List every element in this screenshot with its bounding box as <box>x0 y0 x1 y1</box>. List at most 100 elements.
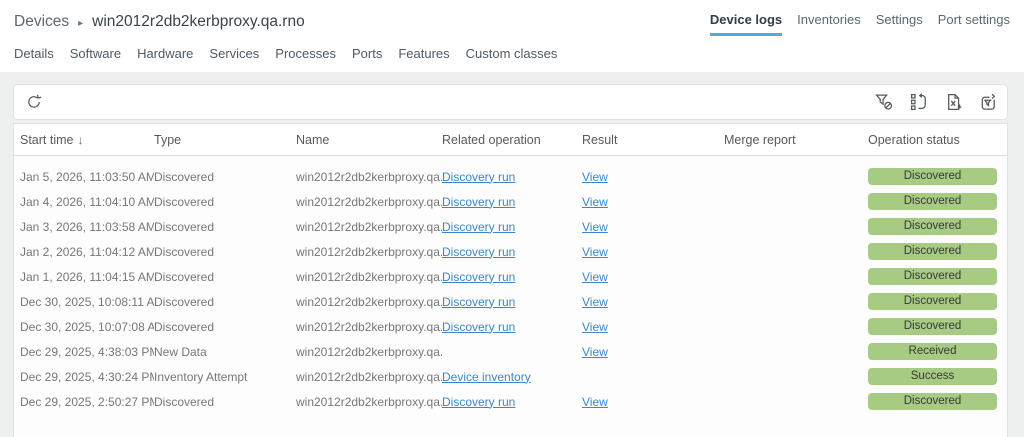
related-operation-link[interactable]: Discovery run <box>442 320 515 334</box>
cell-related-operation: Discovery run <box>442 195 582 209</box>
sort-desc-icon: ↓ <box>77 132 84 147</box>
column-header-label: Merge report <box>724 132 796 147</box>
cell-name: win2012r2db2kerbproxy.qa.r... <box>296 344 442 359</box>
cell-name: win2012r2db2kerbproxy.qa.r... <box>296 394 442 409</box>
device-logs-grid: Start time ↓ Type Name Related operation Resu… <box>13 123 1008 437</box>
related-operation-link[interactable]: Discovery run <box>442 395 515 409</box>
column-header-merge-report[interactable]: Merge report <box>724 133 868 147</box>
view-result-link[interactable]: View <box>582 220 608 234</box>
related-operation-link[interactable]: Discovery run <box>442 220 515 234</box>
cell-result: View <box>582 395 724 409</box>
view-result-link[interactable]: View <box>582 245 608 259</box>
tab-settings[interactable]: Settings <box>876 12 923 36</box>
cell-name: win2012r2db2kerbproxy.qa.r... <box>296 194 442 209</box>
cell-result: View <box>582 320 724 334</box>
toolbar-right-icons <box>875 93 998 111</box>
cell-operation-status: Discovered <box>868 243 1007 260</box>
clear-filter-icon[interactable] <box>875 93 893 111</box>
cell-start-time: Jan 3, 2026, 11:03:58 AM <box>20 219 154 234</box>
column-header-related-operation[interactable]: Related operation <box>442 133 582 147</box>
related-operation-link[interactable]: Discovery run <box>442 270 515 284</box>
operation-status-badge: Discovered <box>868 393 997 410</box>
tab-device-logs[interactable]: Device logs <box>709 12 783 36</box>
view-result-link[interactable]: View <box>582 170 608 184</box>
related-operation-link[interactable]: Discovery run <box>442 170 515 184</box>
column-header-label: Name <box>296 132 330 147</box>
subtab-hardware[interactable]: Hardware <box>137 46 193 61</box>
column-header-label: Type <box>154 132 182 147</box>
subtab-custom-classes[interactable]: Custom classes <box>466 46 558 61</box>
view-result-link[interactable]: View <box>582 345 608 359</box>
operation-status-badge: Discovered <box>868 293 997 310</box>
column-header-start-time[interactable]: Start time ↓ <box>14 133 154 147</box>
cell-related-operation: Discovery run <box>442 270 582 284</box>
cell-operation-status: Discovered <box>868 218 1007 235</box>
refresh-icon[interactable] <box>25 93 43 111</box>
filter-builder-icon[interactable] <box>980 93 998 111</box>
cell-result: View <box>582 270 724 284</box>
related-operation-link[interactable]: Device inventory <box>442 370 531 384</box>
tab-port-settings[interactable]: Port settings <box>938 12 1010 36</box>
cell-type: Discovered <box>154 269 215 284</box>
subtab-processes[interactable]: Processes <box>275 46 336 61</box>
operation-status-badge: Discovered <box>868 193 997 210</box>
column-header-type[interactable]: Type <box>154 133 296 147</box>
cell-name: win2012r2db2kerbproxy.qa.r... <box>296 244 442 259</box>
related-operation-link[interactable]: Discovery run <box>442 295 515 309</box>
breadcrumb: Devices ▸ win2012r2db2kerbproxy.qa.rno <box>14 13 305 31</box>
tab-inventories[interactable]: Inventories <box>797 12 861 36</box>
cell-name: win2012r2db2kerbproxy.qa.r... <box>296 294 442 309</box>
cell-operation-status: Discovered <box>868 318 1007 335</box>
cell-related-operation: Discovery run <box>442 245 582 259</box>
view-result-link[interactable]: View <box>582 295 608 309</box>
column-header-name[interactable]: Name <box>296 133 442 147</box>
cell-operation-status: Success <box>868 368 1007 385</box>
export-excel-icon[interactable] <box>945 93 963 111</box>
view-result-link[interactable]: View <box>582 395 608 409</box>
cell-name: win2012r2db2kerbproxy.qa.r... <box>296 369 442 384</box>
sub-tabs: Details Software Hardware Services Processes… <box>14 46 557 61</box>
cell-start-time: Jan 2, 2026, 11:04:12 AM <box>20 244 154 259</box>
cell-related-operation: Discovery run <box>442 395 582 409</box>
grid-toolbar <box>13 84 1008 120</box>
cell-result: View <box>582 170 724 184</box>
table-row: Dec 29, 2025, 2:50:27 PM Discovered win2… <box>14 389 1007 414</box>
view-result-link[interactable]: View <box>582 320 608 334</box>
cell-start-time: Dec 30, 2025, 10:08:11 AM <box>20 294 154 309</box>
cell-type: Discovered <box>154 244 215 259</box>
cell-type: Inventory Attempt <box>154 369 248 384</box>
subtab-services[interactable]: Services <box>209 46 259 61</box>
cell-result: View <box>582 295 724 309</box>
cell-name: win2012r2db2kerbproxy.qa.r... <box>296 269 442 284</box>
operation-status-badge: Success <box>868 368 997 385</box>
cell-operation-status: Received <box>868 343 1007 360</box>
column-header-operation-status[interactable]: Operation status <box>868 133 1007 147</box>
column-header-label: Related operation <box>442 132 541 147</box>
related-operation-link[interactable]: Discovery run <box>442 195 515 209</box>
column-chooser-icon[interactable] <box>910 93 928 111</box>
cell-related-operation: Device inventory <box>442 370 582 384</box>
cell-type: Discovered <box>154 394 215 409</box>
breadcrumb-root[interactable]: Devices <box>14 13 69 31</box>
table-row: Jan 1, 2026, 11:04:15 AM Discovered win2… <box>14 264 1007 289</box>
operation-status-badge: Received <box>868 343 997 360</box>
subtab-features[interactable]: Features <box>398 46 449 61</box>
cell-related-operation: Discovery run <box>442 220 582 234</box>
view-result-link[interactable]: View <box>582 195 608 209</box>
column-header-label: Operation status <box>868 132 960 147</box>
cell-result: View <box>582 245 724 259</box>
view-result-link[interactable]: View <box>582 270 608 284</box>
table-row: Dec 30, 2025, 10:08:11 AM Discovered win… <box>14 289 1007 314</box>
subtab-software[interactable]: Software <box>70 46 121 61</box>
column-header-label: Start time <box>20 132 74 147</box>
table-row: Dec 30, 2025, 10:07:08 AM Discovered win… <box>14 314 1007 339</box>
subtab-details[interactable]: Details <box>14 46 54 61</box>
cell-result: View <box>582 220 724 234</box>
operation-status-badge: Discovered <box>868 168 997 185</box>
related-operation-link[interactable]: Discovery run <box>442 245 515 259</box>
cell-related-operation: Discovery run <box>442 320 582 334</box>
column-header-result[interactable]: Result <box>582 133 724 147</box>
cell-type: Discovered <box>154 294 215 309</box>
cell-name: win2012r2db2kerbproxy.qa.r... <box>296 219 442 234</box>
subtab-ports[interactable]: Ports <box>352 46 382 61</box>
